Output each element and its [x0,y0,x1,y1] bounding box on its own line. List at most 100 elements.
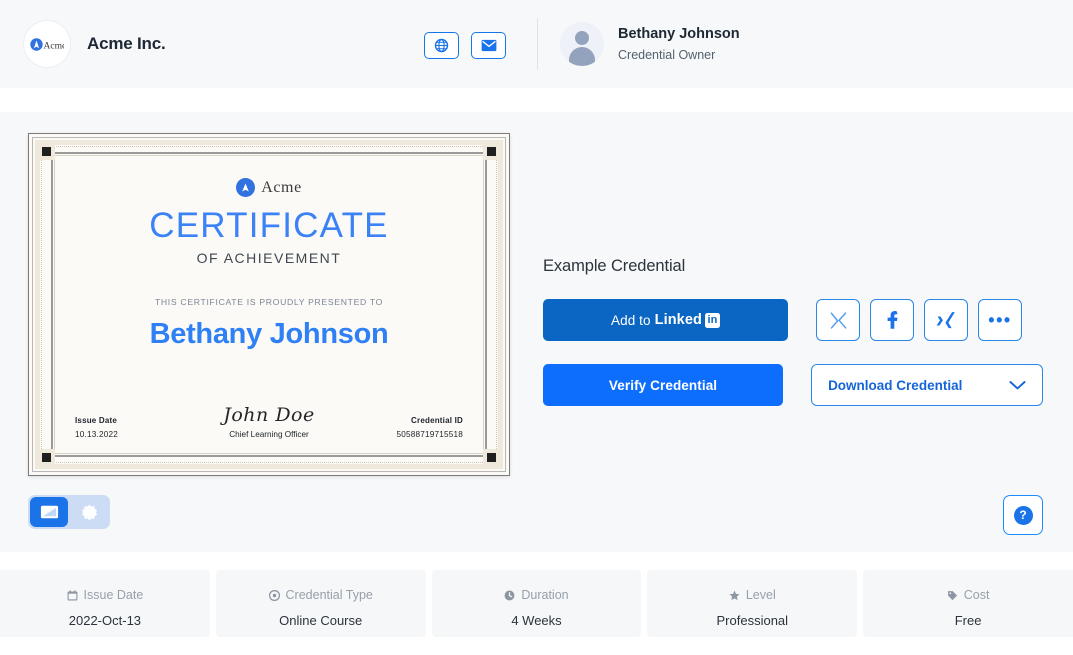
issuer-logo: Acme [24,21,70,67]
meta-card-duration: Duration 4 Weeks [431,570,642,637]
meta-label-duration: Duration [432,588,642,602]
linkedin-in-icon: in [704,312,720,328]
certificate-issue-date-value: 10.13.2022 [75,430,118,439]
meta-label-cost: Cost [863,588,1073,602]
corner-ornament-bottom-left [38,449,55,466]
help-button[interactable]: ? [1003,495,1043,535]
meta-value-issue-date: 2022-Oct-13 [68,613,142,628]
download-credential-label: Download Credential [828,377,963,393]
issuer-block: Acme Acme Inc. [24,21,166,67]
meta-card-level: Level Professional [647,570,858,637]
avatar-head-icon [575,31,589,45]
certificate-content: Acme CERTIFICATE OF ACHIEVEMENT THIS CER… [59,160,479,449]
certificate-brand-text: Acme [261,178,302,196]
credential-owner-block: Bethany Johnson Credential Owner [560,22,740,66]
facebook-icon [887,311,898,329]
share-xing-button[interactable] [924,299,968,341]
add-to-linkedin-button[interactable]: Add to Linked in [543,299,788,341]
certificate-issue-date-label: Issue Date [75,416,118,425]
xing-icon [936,311,955,328]
certificate-document: Acme CERTIFICATE OF ACHIEVEMENT THIS CER… [28,133,510,476]
certificate-signature-block: John Doe Chief Learning Officer [209,404,329,439]
share-x-button[interactable] [816,299,860,341]
certificate-icon [40,505,58,519]
envelope-icon [481,39,496,52]
acme-mark-icon [236,178,256,197]
chevron-down-icon [1009,380,1026,389]
verify-credential-label: Verify Credential [608,377,718,393]
email-button[interactable] [471,32,506,59]
meta-label-text: Credential Type [285,588,373,602]
credential-title: Example Credential [543,257,686,275]
certificate-footer: Issue Date 10.13.2022 John Doe Chief Lea… [75,404,463,439]
clock-icon [504,590,515,601]
verify-credential-button[interactable]: Verify Credential [543,364,784,406]
owner-text: Bethany Johnson Credential Owner [618,25,740,64]
linkedin-prefix-label: Add to [611,312,651,328]
certificate-credential-id-block: Credential ID 50588719715518 [343,416,463,439]
share-row: Add to Linked in ••• [543,299,1043,341]
meta-label-text: Issue Date [83,588,144,602]
certificate-issue-date-block: Issue Date 10.13.2022 [75,416,195,439]
share-more-button[interactable]: ••• [978,299,1022,341]
corner-ornament-top-right [483,143,500,160]
issuer-name: Acme Inc. [87,34,166,53]
meta-value-cost: Free [954,613,982,628]
meta-value-duration: 4 Weeks [511,613,562,628]
certificate-signature-role: Chief Learning Officer [229,430,309,439]
x-twitter-icon [830,311,846,329]
certificate-subtitle: OF ACHIEVEMENT [196,250,342,266]
disc-icon [268,589,280,601]
avatar-body-icon [569,47,595,66]
meta-label-text: Duration [521,588,569,602]
social-share-group: ••• [816,299,1022,341]
header-divider [537,18,538,70]
svg-text:Acme: Acme [44,41,65,51]
certificate-view-toggle[interactable] [30,497,68,527]
action-row: Verify Credential Download Credential [543,364,1043,406]
acme-logo-icon: Acme [30,37,65,51]
certificate-presented-line: THIS CERTIFICATE IS PROUDLY PRESENTED TO [154,297,384,307]
view-toggle-group[interactable] [28,495,110,529]
corner-ornament-top-left [38,143,55,160]
meta-label-issue-date: Issue Date [0,588,210,602]
calendar-icon [67,589,78,601]
linkedin-brand-label: Linked [654,312,702,328]
star-icon [729,590,740,601]
main-content: Acme CERTIFICATE OF ACHIEVEMENT THIS CER… [0,112,1073,552]
meta-label-text: Cost [963,588,990,602]
tag-icon [947,590,958,601]
avatar [560,22,604,66]
meta-label-credential-type: Credential Type [216,588,426,602]
header-actions [424,32,506,59]
corner-ornament-bottom-right [483,449,500,466]
meta-value-credential-type: Online Course [279,613,363,628]
certificate-credential-id-label: Credential ID [411,416,463,425]
certificate-brand: Acme [59,178,479,197]
acme-a-glyph-icon [242,183,249,192]
meta-card-issue-date: Issue Date 2022-Oct-13 [0,570,210,637]
ellipsis-icon: ••• [988,309,1012,330]
certificate-signature-name: John Doe [223,404,315,426]
certificate-recipient-name: Bethany Johnson [149,318,389,350]
credential-meta-bar: Issue Date 2022-Oct-13 Credential Type O… [0,570,1073,655]
download-credential-button[interactable]: Download Credential [811,364,1043,406]
page-header: Acme Acme Inc. Bethany Johnson Credentia… [0,0,1073,88]
meta-value-level: Professional [716,613,789,628]
certificate-title: CERTIFICATE [149,206,389,245]
globe-icon [434,38,449,53]
website-button[interactable] [424,32,459,59]
share-facebook-button[interactable] [870,299,914,341]
badge-view-toggle[interactable] [70,497,108,527]
owner-name: Bethany Johnson [618,25,740,42]
badge-icon [81,504,97,520]
owner-role: Credential Owner [618,47,716,62]
certificate-preview[interactable]: Acme CERTIFICATE OF ACHIEVEMENT THIS CER… [28,133,510,476]
meta-label-level: Level [647,588,857,602]
credential-panel: Example Credential Add to Linked in ••• … [543,133,1043,406]
certificate-credential-id-value: 50588719715518 [396,430,463,439]
help-icon: ? [1013,505,1033,525]
meta-card-cost: Cost Free [863,570,1073,637]
meta-label-text: Level [745,588,776,602]
meta-card-credential-type: Credential Type Online Course [215,570,426,637]
